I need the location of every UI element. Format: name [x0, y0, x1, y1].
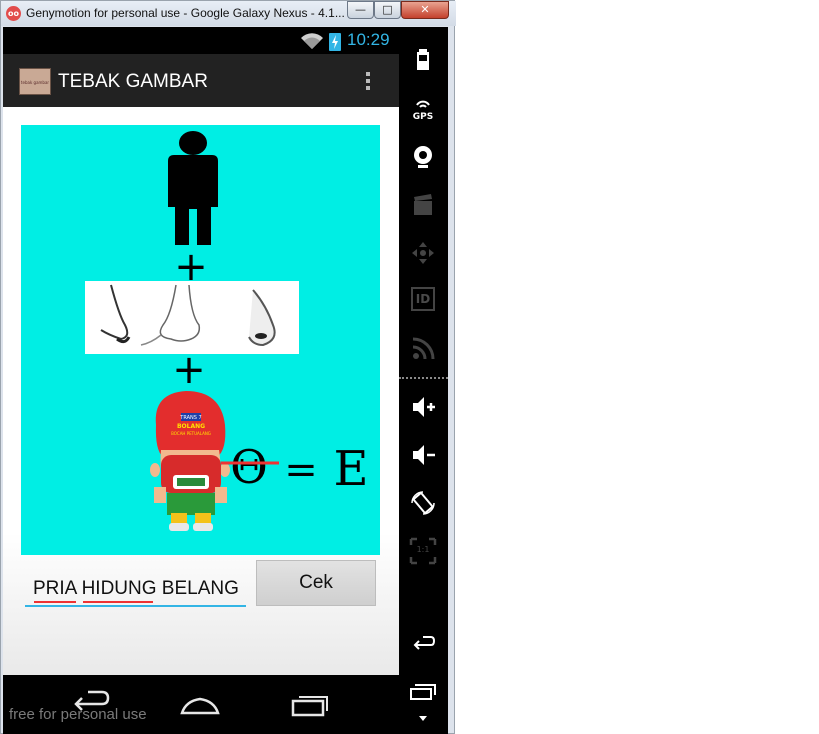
puzzle-image: + + TRANS 7 BOLANG BOCAH PETUALANG Θ = E — [21, 125, 380, 555]
scale-label: 1:1 — [416, 545, 430, 554]
id-icon[interactable]: ID — [409, 287, 437, 315]
volume-down-icon[interactable] — [409, 441, 437, 469]
id-label: ID — [411, 287, 435, 311]
toolbar-spacer — [399, 582, 448, 584]
toolbar-separator — [399, 377, 448, 379]
app-logo-icon[interactable]: tebak gambar — [19, 68, 51, 95]
equals-symbol: = — [284, 447, 318, 493]
main-content: + + TRANS 7 BOLANG BOCAH PETUALANG Θ = E… — [3, 107, 399, 675]
screencast-icon[interactable] — [409, 191, 437, 219]
android-screen: 10:29 tebak gambar TEBAK GAMBAR + + TRAN… — [3, 27, 399, 734]
gps-label: GPS — [412, 112, 434, 122]
action-bar: tebak gambar TEBAK GAMBAR — [3, 54, 399, 107]
window-title: Genymotion for personal use - Google Gal… — [26, 6, 344, 20]
overflow-menu-icon[interactable] — [363, 69, 373, 95]
webcam-icon[interactable] — [409, 143, 437, 171]
app-title: TEBAK GAMBAR — [58, 71, 208, 92]
rss-icon[interactable] — [409, 335, 437, 363]
man-figure-icon — [168, 131, 218, 245]
genymotion-toolbar: GPS ID 1:1 — [399, 27, 448, 734]
genymotion-logo-icon: oo — [6, 6, 21, 21]
remote-control-icon[interactable] — [409, 239, 437, 267]
bolang-character-image: TRANS 7 BOLANG BOCAH PETUALANG — [150, 391, 230, 531]
cap-brand-text: BOLANG — [177, 423, 205, 430]
cap-badge-text: TRANS 7 — [179, 415, 201, 421]
sidebar-recent-apps-icon[interactable] — [409, 679, 437, 707]
gps-icon[interactable]: GPS — [409, 95, 437, 123]
letter-e: E — [333, 441, 368, 497]
sidebar-back-icon[interactable] — [409, 631, 437, 659]
spellcheck-underline — [83, 601, 153, 603]
maximize-button[interactable]: □ — [374, 1, 401, 19]
scroll-down-icon[interactable] — [409, 711, 437, 725]
recent-apps-icon[interactable] — [289, 689, 333, 719]
status-bar: 10:29 — [3, 27, 399, 54]
rotate-icon[interactable] — [409, 489, 437, 517]
watermark-text: free for personal use — [9, 706, 147, 723]
scale-icon[interactable]: 1:1 — [409, 537, 437, 565]
noses-image — [85, 281, 299, 354]
spellcheck-underline — [34, 601, 76, 603]
wifi-icon — [301, 33, 323, 49]
cek-button[interactable]: Cek — [256, 560, 376, 606]
navigation-bar — [3, 675, 399, 734]
home-icon[interactable] — [178, 689, 222, 719]
battery-icon[interactable] — [409, 45, 437, 73]
cap-slogan-text: BOCAH PETUALANG — [171, 431, 211, 436]
volume-up-icon[interactable] — [409, 393, 437, 421]
minimize-button[interactable]: — — [347, 1, 374, 19]
theta-symbol: Θ — [230, 440, 268, 494]
status-clock: 10:29 — [347, 30, 390, 49]
plus-sign-2: + — [172, 347, 206, 393]
battery-charging-icon — [329, 33, 341, 51]
window-titlebar[interactable]: oo Genymotion for personal use - Google … — [1, 1, 456, 26]
close-button[interactable]: ✕ — [401, 1, 449, 19]
